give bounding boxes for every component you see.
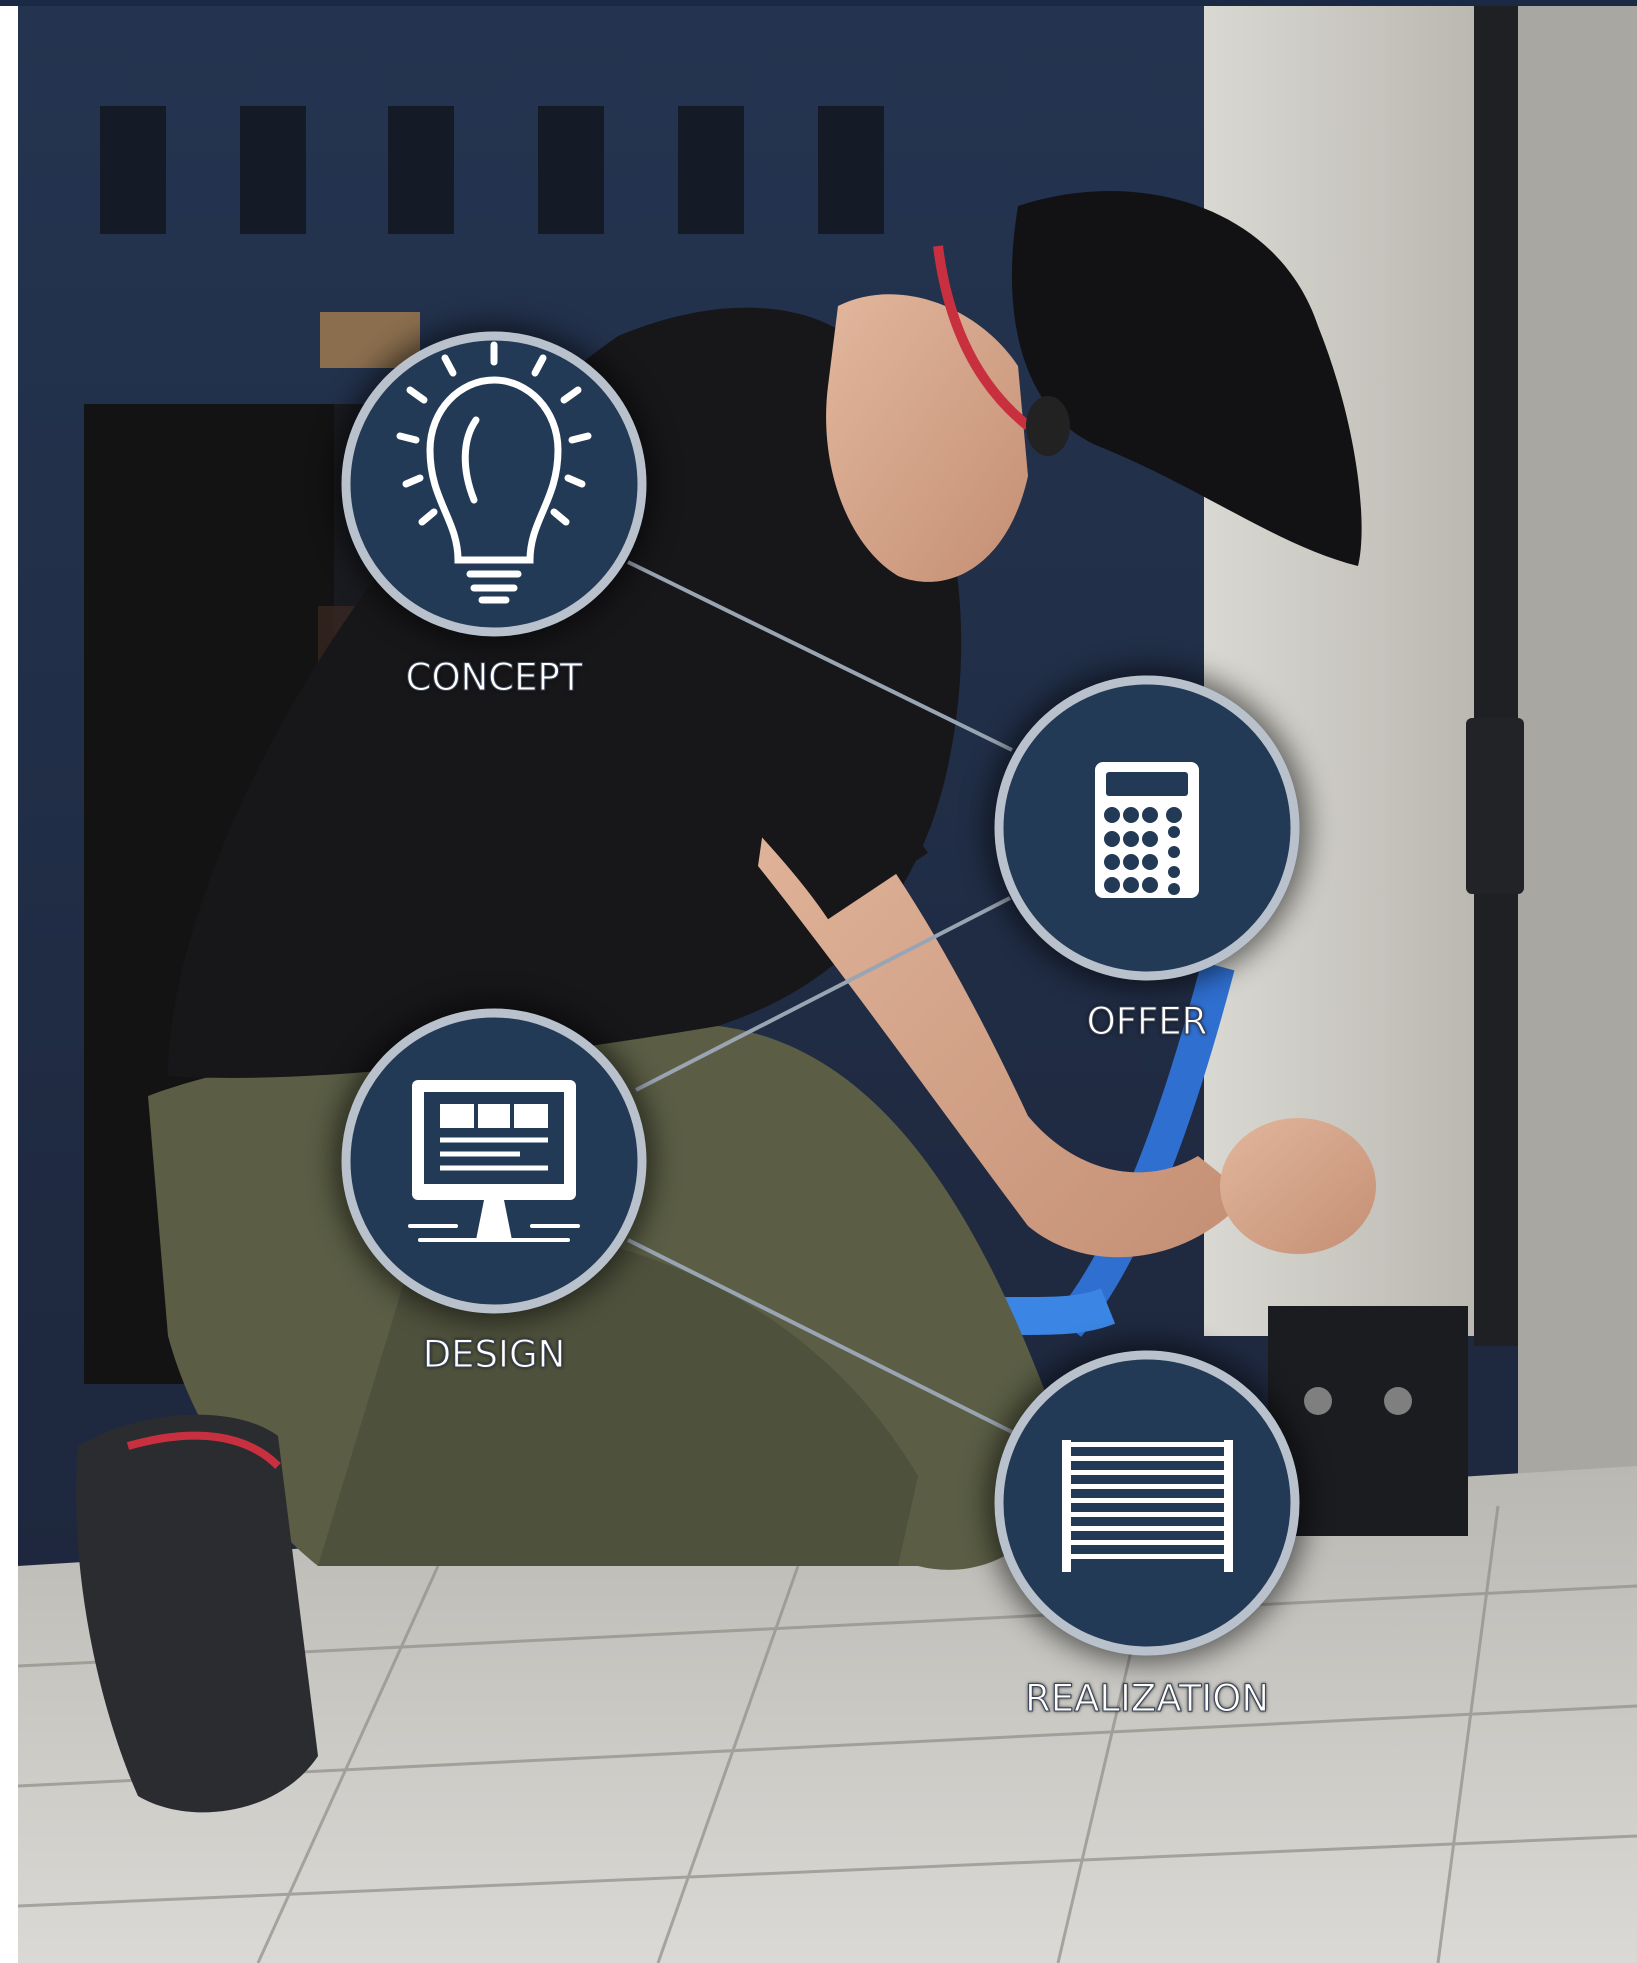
- design-badge: [341, 1008, 647, 1314]
- connector-lines: [627, 560, 1013, 1434]
- calculator-icon: [1095, 762, 1199, 898]
- connector-design-realization: [627, 1238, 1013, 1434]
- offer-badge: [994, 675, 1300, 981]
- concept-badge: [341, 331, 647, 637]
- realization-badge: [994, 1350, 1300, 1656]
- infographic-stage: CONCEPT OFFER DESIGN REALIZATION: [0, 0, 1637, 1963]
- step-label-offer: OFFER: [1086, 1000, 1208, 1044]
- connector-concept-offer: [627, 560, 1013, 752]
- step-label-realization: REALIZATION: [1024, 1677, 1270, 1721]
- step-label-concept: CONCEPT: [405, 656, 583, 700]
- connector-offer-design: [635, 896, 1011, 1092]
- step-label-design: DESIGN: [422, 1333, 566, 1377]
- steps-overlay: [334, 324, 1307, 1663]
